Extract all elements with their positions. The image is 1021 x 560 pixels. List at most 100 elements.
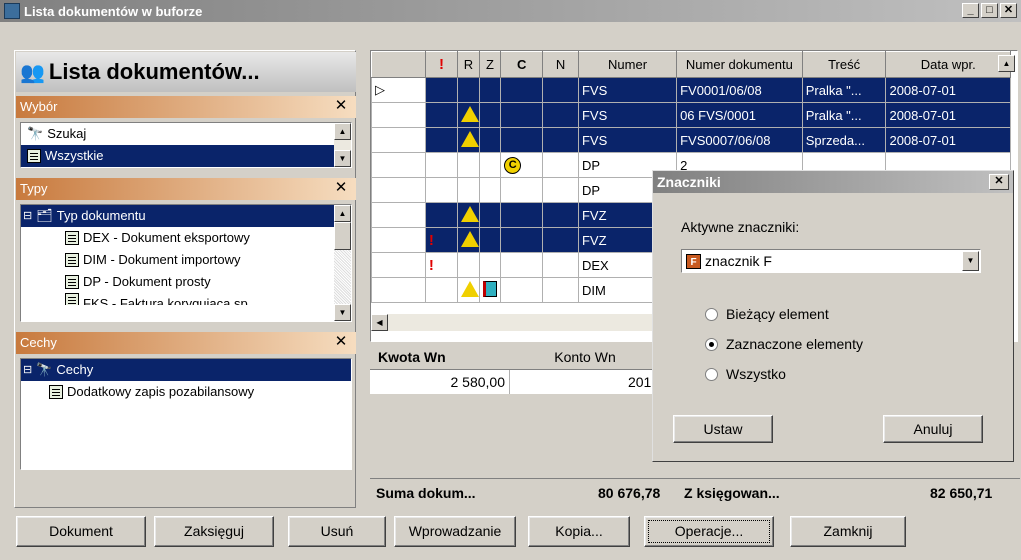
- radio-wszystko[interactable]: Wszystko: [705, 359, 863, 389]
- cell-tresc[interactable]: Sprzeda...: [801, 127, 887, 153]
- cell-c[interactable]: [500, 202, 544, 228]
- cell-n[interactable]: [542, 102, 579, 128]
- row-marker[interactable]: [371, 102, 426, 128]
- col-header-tresc[interactable]: Treść: [801, 51, 887, 78]
- cell-n[interactable]: [542, 252, 579, 278]
- zaksieguj-button[interactable]: Zaksięguj: [154, 516, 274, 547]
- col-header-excl[interactable]: !: [424, 51, 459, 78]
- cell-z[interactable]: [478, 252, 502, 278]
- row-marker[interactable]: [371, 277, 426, 303]
- cell-n[interactable]: [542, 277, 579, 303]
- col-header-numer[interactable]: Numer: [577, 51, 678, 78]
- cell-numer-dokumentu[interactable]: FVS0007/06/08: [676, 127, 803, 153]
- cell-r[interactable]: [457, 177, 480, 203]
- cechy-close-icon[interactable]: ✕: [332, 334, 350, 352]
- cell-z[interactable]: [478, 227, 502, 253]
- cell-n[interactable]: [542, 152, 579, 178]
- cell-excl[interactable]: [424, 77, 459, 103]
- typy-close-icon[interactable]: ✕: [332, 180, 350, 198]
- row-marker[interactable]: [371, 177, 426, 203]
- maximize-button[interactable]: □: [981, 3, 998, 18]
- cell-numer[interactable]: FVS: [577, 127, 678, 153]
- row-marker[interactable]: [371, 152, 426, 178]
- cell-z[interactable]: [478, 102, 502, 128]
- cell-excl[interactable]: [424, 127, 459, 153]
- cell-z[interactable]: [478, 202, 502, 228]
- wprowadzanie-button[interactable]: Wprowadzanie: [394, 516, 516, 547]
- cell-c[interactable]: [500, 277, 544, 303]
- usun-button[interactable]: Usuń: [288, 516, 386, 547]
- scroll-left-icon[interactable]: ◀: [371, 314, 388, 331]
- cell-n[interactable]: [542, 227, 579, 253]
- tree-item-dp[interactable]: DP - Dokument prosty: [21, 271, 351, 293]
- cell-data[interactable]: 2008-07-01: [885, 77, 1011, 103]
- col-header-numer-dokumentu[interactable]: Numer dokumentu: [676, 51, 803, 78]
- cell-numer[interactable]: FVS: [577, 77, 678, 103]
- zamknij-button[interactable]: Zamknij: [790, 516, 906, 547]
- cell-c[interactable]: C: [500, 152, 544, 178]
- anuluj-button[interactable]: Anuluj: [883, 415, 983, 443]
- cell-r[interactable]: [457, 227, 480, 253]
- cell-numer[interactable]: FVS: [577, 102, 678, 128]
- cell-tresc[interactable]: Pralka "...: [801, 102, 887, 128]
- cell-numer-dokumentu[interactable]: FV0001/06/08: [676, 77, 803, 103]
- scroll-thumb[interactable]: [334, 222, 351, 250]
- cell-data[interactable]: 2008-07-01: [885, 127, 1011, 153]
- tree-item-dex[interactable]: DEX - Dokument eksportowy: [21, 227, 351, 249]
- cell-n[interactable]: [542, 127, 579, 153]
- cell-c[interactable]: [500, 102, 544, 128]
- cell-n[interactable]: [542, 177, 579, 203]
- grid-hscrollbar[interactable]: ◀: [371, 314, 671, 331]
- chevron-down-icon[interactable]: ▼: [962, 251, 979, 271]
- cell-excl[interactable]: [424, 152, 459, 178]
- cell-c[interactable]: [500, 77, 544, 103]
- wybor-close-icon[interactable]: ✕: [332, 98, 350, 116]
- tree-item-cechy[interactable]: ⊟ 🔭 Cechy: [21, 359, 351, 381]
- cell-c[interactable]: [500, 227, 544, 253]
- tree-item-dodatkowy[interactable]: Dodatkowy zapis pozabilansowy: [21, 381, 351, 403]
- wybor-scrollbar[interactable]: ▲ ▼: [334, 123, 351, 167]
- cell-n[interactable]: [542, 202, 579, 228]
- col-header-data[interactable]: Data wpr.: [885, 51, 1011, 78]
- cell-r[interactable]: [457, 277, 480, 303]
- list-item-wszystkie[interactable]: Wszystkie: [21, 145, 351, 167]
- cell-z[interactable]: [478, 277, 502, 303]
- cell-z[interactable]: [478, 127, 502, 153]
- cell-n[interactable]: [542, 77, 579, 103]
- cell-r[interactable]: [457, 127, 480, 153]
- radio-biezacy[interactable]: Bieżący element: [705, 299, 863, 329]
- dialog-close-button[interactable]: ✕: [989, 174, 1009, 190]
- tree-item-fks[interactable]: FKS - Faktura korygująca sp...: [21, 293, 351, 305]
- grid-scroll-up-icon[interactable]: ▲: [998, 55, 1015, 72]
- cell-z[interactable]: [478, 77, 502, 103]
- tree-item-typ-dokumentu[interactable]: ⊟ 🗂 Typ dokumentu: [21, 205, 351, 227]
- marker-select[interactable]: F znacznik F ▼: [681, 249, 981, 273]
- typy-scrollbar[interactable]: ▲ ▼: [334, 205, 351, 321]
- row-marker[interactable]: ▷: [371, 77, 426, 103]
- dokument-button[interactable]: Dokument: [16, 516, 146, 547]
- cell-c[interactable]: [500, 127, 544, 153]
- cell-numer-dokumentu[interactable]: 06 FVS/0001: [676, 102, 803, 128]
- cell-r[interactable]: [457, 102, 480, 128]
- col-header-r[interactable]: R: [457, 51, 480, 78]
- minimize-button[interactable]: _: [962, 3, 979, 18]
- table-row[interactable]: FVS FVS0007/06/08 Sprzeda... 2008-07-01: [371, 127, 1011, 153]
- tree-item-dim[interactable]: DIM - Dokument importowy: [21, 249, 351, 271]
- cell-tresc[interactable]: Pralka "...: [801, 77, 887, 103]
- scroll-up-icon[interactable]: ▲: [334, 205, 351, 222]
- cell-r[interactable]: [457, 252, 480, 278]
- operacje-button[interactable]: Operacje...: [644, 516, 774, 547]
- cell-excl[interactable]: !: [424, 227, 459, 253]
- cell-c[interactable]: [500, 252, 544, 278]
- cell-excl[interactable]: !: [424, 252, 459, 278]
- kopia-button[interactable]: Kopia...: [528, 516, 630, 547]
- scroll-down-icon[interactable]: ▼: [334, 150, 351, 167]
- table-row[interactable]: FVS 06 FVS/0001 Pralka "... 2008-07-01: [371, 102, 1011, 128]
- col-header-c[interactable]: C: [500, 51, 544, 78]
- row-marker[interactable]: [371, 202, 426, 228]
- scroll-down-icon[interactable]: ▼: [334, 304, 351, 321]
- cell-z[interactable]: [478, 177, 502, 203]
- row-marker[interactable]: [371, 227, 426, 253]
- list-item-szukaj[interactable]: 🔭 Szukaj: [21, 123, 351, 145]
- ustaw-button[interactable]: Ustaw: [673, 415, 773, 443]
